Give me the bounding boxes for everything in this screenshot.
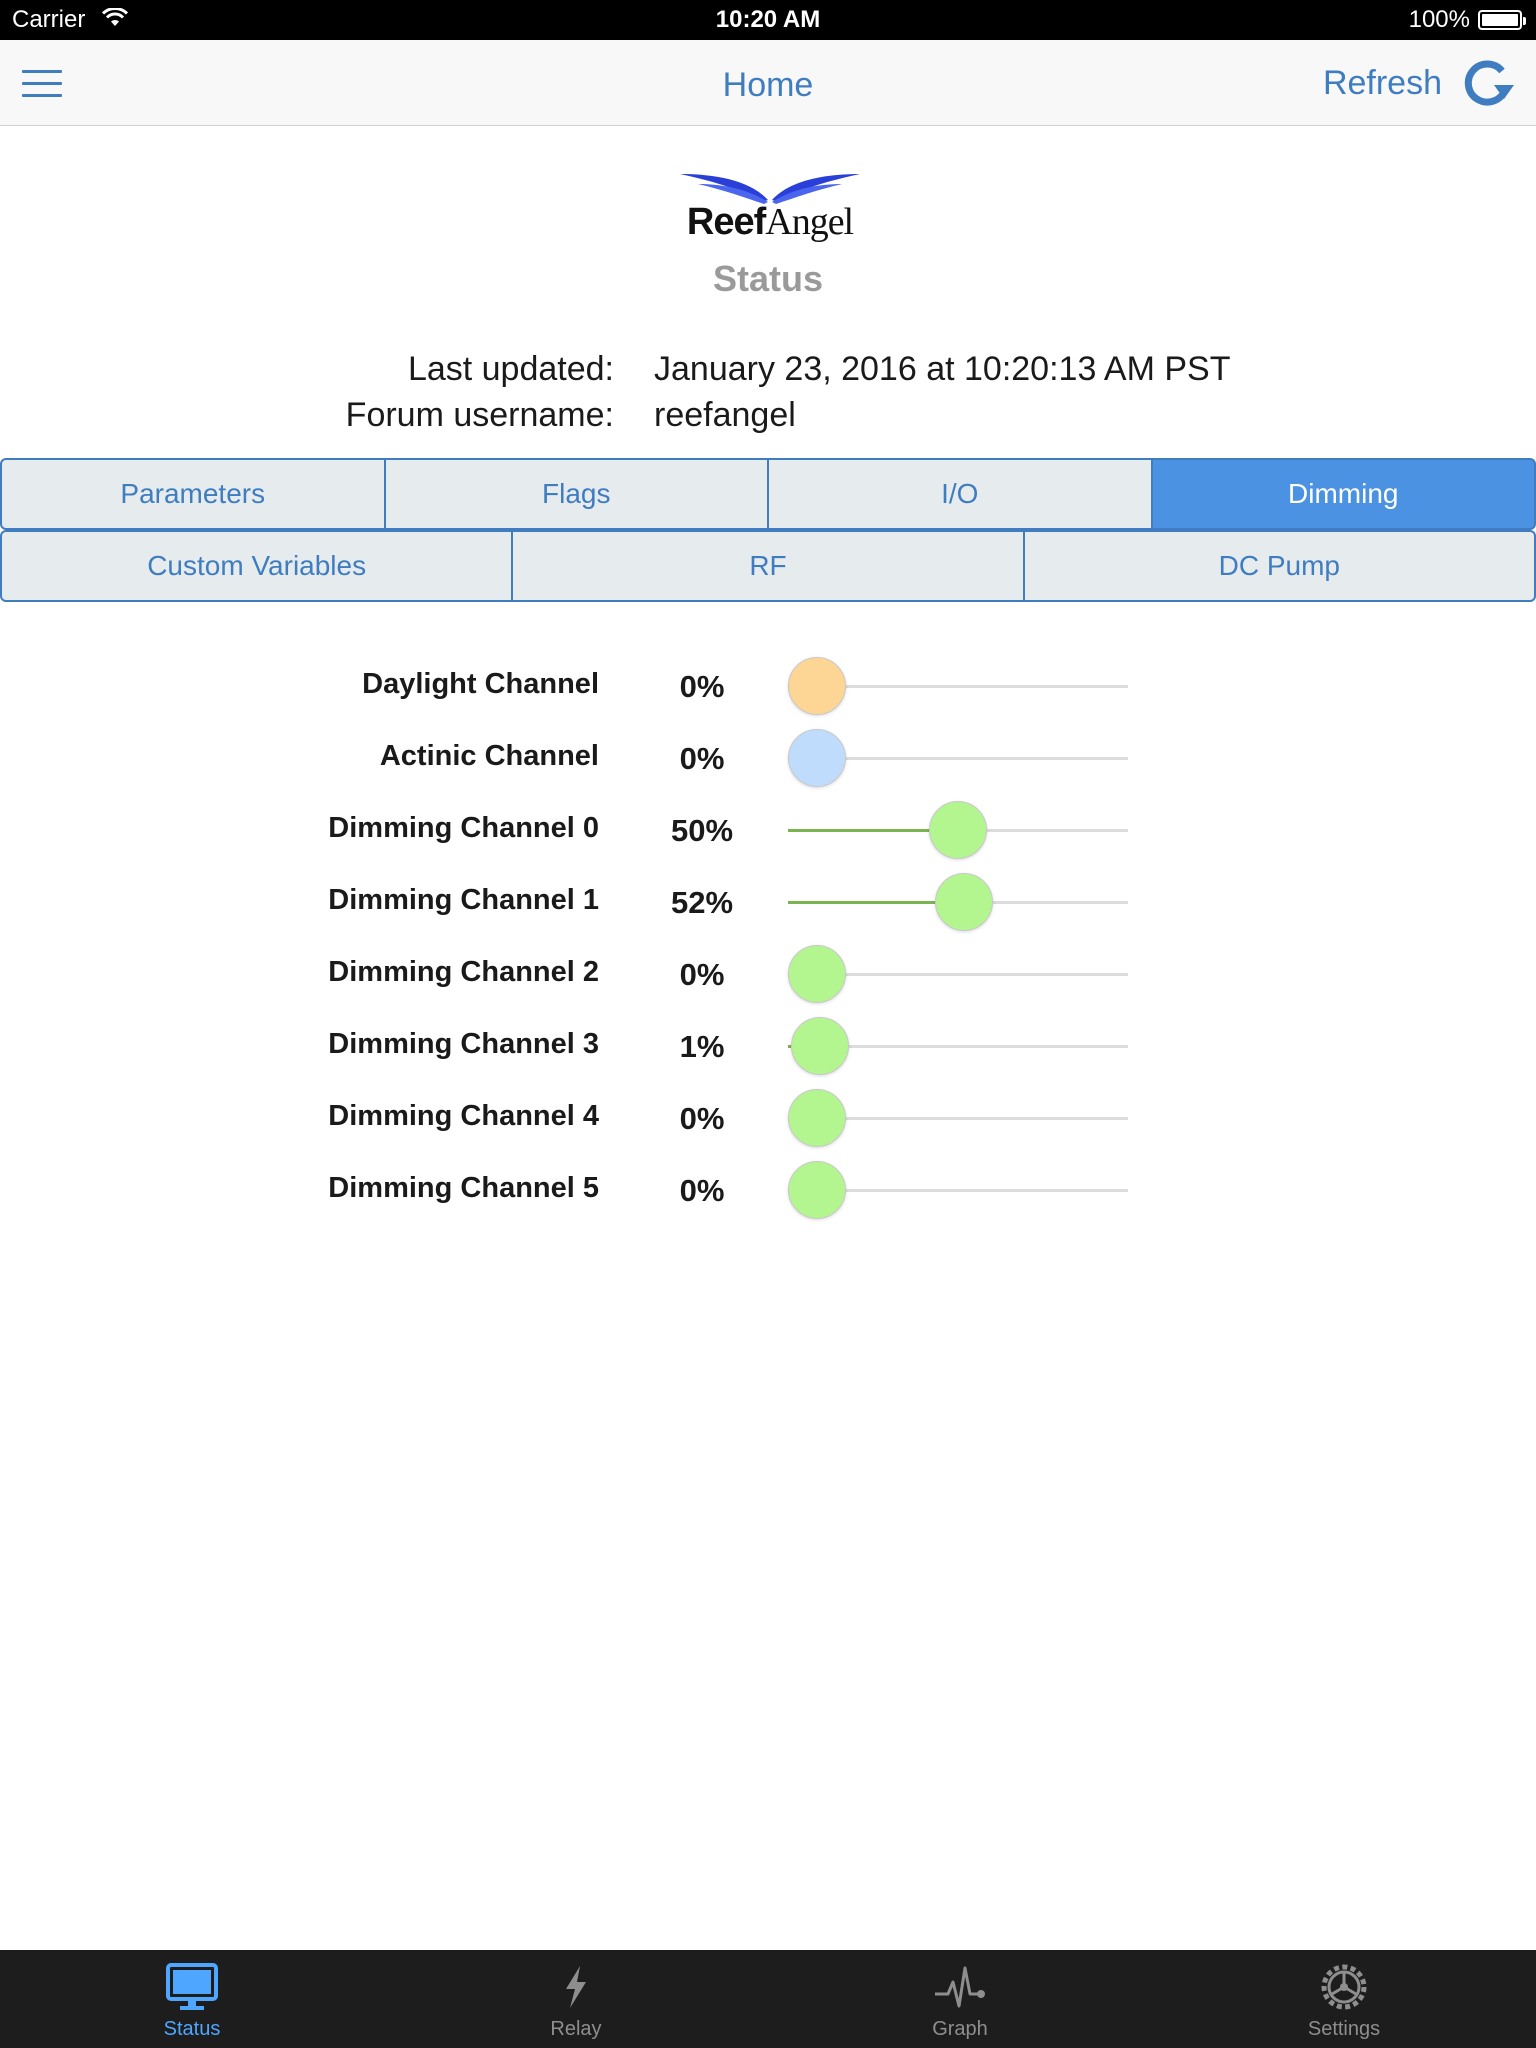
tab-parameters[interactable]: Parameters bbox=[0, 458, 386, 530]
channel-percent: 0% bbox=[679, 957, 725, 992]
channel-row: Dimming Channel 3 1% bbox=[0, 1010, 1536, 1082]
bottom-tab-bar: Status Relay Graph Settings bbox=[0, 1950, 1536, 2048]
battery-icon bbox=[1478, 10, 1526, 30]
channel-slider[interactable] bbox=[788, 1082, 1128, 1154]
channel-label: Dimming Channel 3 bbox=[328, 1028, 599, 1060]
channel-slider[interactable] bbox=[788, 1010, 1128, 1082]
reef-angel-logo: ReefAngel bbox=[668, 170, 872, 250]
last-updated-label: Last updated: bbox=[407, 350, 614, 388]
channel-label: Dimming Channel 4 bbox=[328, 1100, 599, 1132]
tabbar-label: Graph bbox=[932, 2018, 988, 2040]
tab-io[interactable]: I/O bbox=[769, 458, 1153, 530]
page-subtitle: Status bbox=[712, 258, 824, 299]
section-tabs-row-1: Parameters Flags I/O Dimming bbox=[0, 458, 1536, 530]
channel-percent: 0% bbox=[679, 741, 725, 776]
slider-thumb[interactable] bbox=[788, 657, 846, 715]
nav-bar: Home Refresh bbox=[0, 40, 1536, 126]
channel-label: Dimming Channel 0 bbox=[328, 812, 599, 844]
channel-slider[interactable] bbox=[788, 794, 1128, 866]
slider-thumb[interactable] bbox=[929, 801, 987, 859]
channel-slider[interactable] bbox=[788, 1154, 1128, 1226]
tab-dimming[interactable]: Dimming bbox=[1152, 458, 1536, 530]
refresh-icon bbox=[1464, 60, 1514, 106]
graph-icon bbox=[935, 1966, 985, 2008]
tabbar-item-relay[interactable]: Relay bbox=[384, 1950, 768, 2048]
channel-slider[interactable] bbox=[788, 650, 1128, 722]
clock: 10:20 AM bbox=[715, 6, 821, 33]
channel-row: Dimming Channel 1 52% bbox=[0, 866, 1536, 938]
logo-wordmark: ReefAngel bbox=[686, 201, 854, 243]
tab-flags[interactable]: Flags bbox=[385, 458, 769, 530]
tab-rf[interactable]: RF bbox=[513, 530, 1025, 602]
channel-label: Actinic Channel bbox=[379, 740, 599, 772]
channel-row: Daylight Channel 0% bbox=[0, 650, 1536, 722]
channel-row: Dimming Channel 2 0% bbox=[0, 938, 1536, 1010]
tabbar-label: Settings bbox=[1307, 2018, 1381, 2040]
lightning-icon bbox=[566, 1966, 586, 2008]
channel-label: Dimming Channel 5 bbox=[328, 1172, 599, 1204]
channel-percent: 1% bbox=[679, 1029, 725, 1064]
slider-thumb[interactable] bbox=[788, 1089, 846, 1147]
channel-percent: 0% bbox=[679, 1173, 725, 1208]
last-updated-value: January 23, 2016 at 10:20:13 AM PST bbox=[654, 350, 1231, 388]
channel-row: Actinic Channel 0% bbox=[0, 722, 1536, 794]
tabbar-item-status[interactable]: Status bbox=[0, 1950, 384, 2048]
tabbar-label: Status bbox=[163, 2018, 221, 2040]
tabbar-item-graph[interactable]: Graph bbox=[768, 1950, 1152, 2048]
nav-title: Home bbox=[722, 66, 814, 104]
channel-percent: 50% bbox=[670, 813, 734, 848]
channel-row: Dimming Channel 4 0% bbox=[0, 1082, 1536, 1154]
username-value: reefangel bbox=[654, 396, 796, 434]
slider-thumb[interactable] bbox=[788, 729, 846, 787]
channel-row: Dimming Channel 0 50% bbox=[0, 794, 1536, 866]
channel-slider[interactable] bbox=[788, 722, 1128, 794]
channel-percent: 0% bbox=[679, 669, 725, 704]
channel-label: Daylight Channel bbox=[362, 668, 599, 700]
section-tabs-row-2: Custom Variables RF DC Pump bbox=[0, 530, 1536, 602]
slider-thumb[interactable] bbox=[790, 1017, 849, 1075]
status-bar: Carrier 10:20 AM 100% bbox=[0, 0, 1536, 40]
slider-thumb[interactable] bbox=[934, 873, 993, 931]
slider-thumb[interactable] bbox=[788, 945, 846, 1003]
channel-slider[interactable] bbox=[788, 938, 1128, 1010]
tab-custom-variables[interactable]: Custom Variables bbox=[0, 530, 514, 602]
channel-slider[interactable] bbox=[788, 866, 1128, 938]
channel-percent: 52% bbox=[670, 885, 734, 920]
tabbar-label: Relay bbox=[550, 2018, 602, 2040]
username-label: Forum username: bbox=[345, 396, 614, 434]
channel-row: Dimming Channel 5 0% bbox=[0, 1154, 1536, 1226]
tab-dc-pump[interactable]: DC Pump bbox=[1024, 530, 1536, 602]
refresh-label: Refresh bbox=[1322, 63, 1442, 102]
refresh-button[interactable]: Refresh bbox=[1323, 54, 1516, 112]
channel-label: Dimming Channel 1 bbox=[328, 884, 599, 916]
slider-thumb[interactable] bbox=[788, 1161, 846, 1219]
channel-label: Dimming Channel 2 bbox=[328, 956, 599, 988]
monitor-icon bbox=[166, 1963, 218, 2010]
tabbar-item-settings[interactable]: Settings bbox=[1152, 1950, 1536, 2048]
channel-percent: 0% bbox=[679, 1101, 725, 1136]
gear-icon bbox=[1321, 1964, 1367, 2010]
battery-percent: 100% bbox=[1408, 6, 1470, 33]
